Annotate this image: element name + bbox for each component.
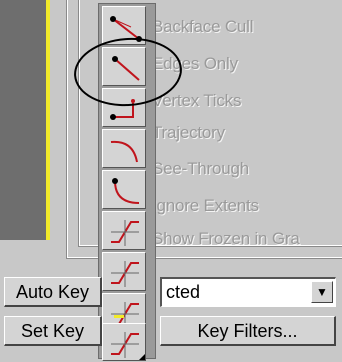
key-curve-button-1[interactable] [102, 252, 146, 291]
key-filters-button[interactable]: Key Filters... [160, 316, 336, 346]
option-trajectory[interactable]: Trajectory [152, 122, 225, 144]
key-indicator [114, 315, 124, 318]
trajectory-button[interactable] [102, 129, 146, 168]
ignore-extents-button[interactable] [102, 211, 146, 250]
chevron-down-icon[interactable]: ▼ [311, 281, 333, 303]
auto-key-button[interactable]: Auto Key [4, 277, 102, 307]
selection-value: cted [166, 282, 201, 302]
viewport[interactable] [0, 0, 50, 240]
option-ignore-extents[interactable]: Ignore Extents [152, 195, 259, 217]
key-curve-icon [111, 261, 139, 287]
key-curve-button-3[interactable] [102, 323, 146, 361]
ignore-extents-icon [111, 220, 139, 246]
see-through-button[interactable] [102, 170, 146, 209]
option-see-through[interactable]: See-Through [152, 158, 249, 180]
option-show-frozen-in-gray[interactable]: Show Frozen in Gra [152, 228, 300, 250]
selection-dropdown[interactable]: cted ▼ [160, 277, 336, 307]
key-curve-icon [111, 332, 145, 360]
see-through-icon [112, 178, 140, 204]
trajectory-icon [110, 140, 138, 163]
option-backface-cull[interactable]: Backface Cull [152, 16, 254, 38]
set-key-button[interactable]: Set Key [4, 316, 102, 346]
